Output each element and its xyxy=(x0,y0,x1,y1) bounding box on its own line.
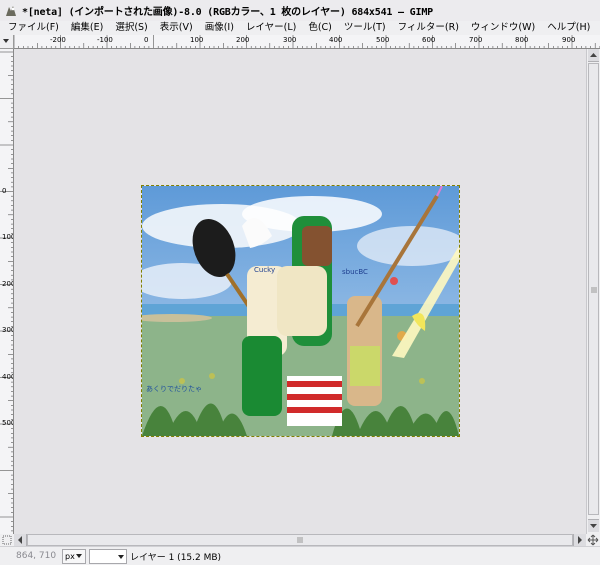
h-tick-label: 600 xyxy=(422,36,435,44)
menu-select[interactable]: 選択(S) xyxy=(109,21,153,35)
grip-icon xyxy=(591,287,597,293)
vertical-ruler-ticks: 0 100 200 300 400 500 xyxy=(0,51,14,532)
unit-select[interactable]: px xyxy=(62,548,86,564)
arrow-down-icon xyxy=(590,524,597,528)
menu-arrow-icon xyxy=(3,39,9,43)
v-tick-label: 500 xyxy=(2,419,14,427)
scroll-right-button[interactable] xyxy=(573,534,587,546)
h-tick-label: 300 xyxy=(283,36,296,44)
menu-tools[interactable]: ツール(T) xyxy=(338,21,392,35)
chevron-down-icon xyxy=(118,554,124,559)
player-name-tag: sbucBC xyxy=(342,268,368,276)
title-bar: *[neta] (インポートされた画像)-8.0 (RGBカラー、1 枚のレイヤ… xyxy=(0,0,600,22)
h-tick-label: 0 xyxy=(144,36,148,44)
h-tick-label: 200 xyxy=(236,36,249,44)
menu-layer[interactable]: レイヤー(L) xyxy=(240,21,302,35)
zoom-select[interactable] xyxy=(89,548,127,564)
h-tick-label: -200 xyxy=(50,36,66,44)
gimp-wilber-icon xyxy=(6,5,16,16)
menu-windows[interactable]: ウィンドウ(W) xyxy=(465,21,541,35)
v-tick-label: 400 xyxy=(2,373,14,381)
horizontal-scrollbar-row xyxy=(0,534,600,546)
h-tick-label: 400 xyxy=(329,36,342,44)
menu-image[interactable]: 画像(I) xyxy=(199,21,240,35)
quickmask-toggle-button[interactable] xyxy=(0,534,14,546)
menu-view[interactable]: 表示(V) xyxy=(154,21,199,35)
v-tick-label: 0 xyxy=(2,187,6,195)
unit-value: px xyxy=(65,551,75,561)
menu-bar: ファイル(F) 編集(E) 選択(S) 表示(V) 画像(I) レイヤー(L) … xyxy=(0,21,600,35)
arrow-left-icon xyxy=(18,536,22,544)
quick-mask-corner[interactable] xyxy=(0,35,14,49)
scroll-up-button[interactable] xyxy=(588,49,599,62)
navigate-button[interactable] xyxy=(586,534,600,546)
h-tick-label: 900 xyxy=(562,36,575,44)
h-tick-label: 700 xyxy=(469,36,482,44)
menu-colors[interactable]: 色(C) xyxy=(302,21,338,35)
layer-info: レイヤー 1 (15.2 MB) xyxy=(130,552,222,563)
scroll-left-button[interactable] xyxy=(14,534,27,546)
menu-help[interactable]: ヘルプ(H) xyxy=(541,21,596,35)
player-name-tag: Cucky xyxy=(254,266,275,274)
menu-file[interactable]: ファイル(F) xyxy=(0,21,65,35)
v-tick-label: 200 xyxy=(2,280,14,288)
arrow-up-icon xyxy=(590,53,597,57)
v-tick-label: 300 xyxy=(2,326,14,334)
vertical-scroll-thumb[interactable] xyxy=(588,63,599,515)
h-tick-label: 500 xyxy=(376,36,389,44)
menu-edit[interactable]: 編集(E) xyxy=(65,21,109,35)
horizontal-scroll-thumb[interactable] xyxy=(27,534,573,546)
pointer-coordinates: 864, 710 xyxy=(16,551,57,561)
status-bar: 864, 710 px レイヤー 1 (15.2 MB) xyxy=(0,546,600,565)
chevron-down-icon xyxy=(75,554,82,558)
navigate-icon xyxy=(587,534,599,546)
grip-icon xyxy=(297,537,303,543)
h-tick-label: 100 xyxy=(190,36,203,44)
horizontal-ruler-ticks: -200 -100 0 100 200 300 400 500 600 700 … xyxy=(14,35,600,48)
vertical-scrollbar[interactable] xyxy=(586,49,600,534)
canvas-area[interactable]: Cucky sbucBC あくりでだりたゃ xyxy=(14,49,586,534)
image-canvas[interactable]: Cucky sbucBC あくりでだりたゃ xyxy=(132,185,467,437)
horizontal-ruler[interactable]: -200 -100 0 100 200 300 400 500 600 700 … xyxy=(14,35,600,49)
vertical-ruler[interactable]: 0 100 200 300 400 500 xyxy=(0,49,14,534)
h-tick-label: -100 xyxy=(97,36,113,44)
menu-filters[interactable]: フィルター(R) xyxy=(392,21,465,35)
window-title: *[neta] (インポートされた画像)-8.0 (RGBカラー、1 枚のレイヤ… xyxy=(22,7,433,18)
v-tick-label: 100 xyxy=(2,233,14,241)
image-content: Cucky sbucBC あくりでだりたゃ xyxy=(132,185,467,436)
h-tick-label: 800 xyxy=(515,36,528,44)
chat-text: あくりでだりたゃ xyxy=(146,385,202,393)
scroll-down-button[interactable] xyxy=(588,519,599,532)
quick-mask-icon xyxy=(2,535,12,545)
